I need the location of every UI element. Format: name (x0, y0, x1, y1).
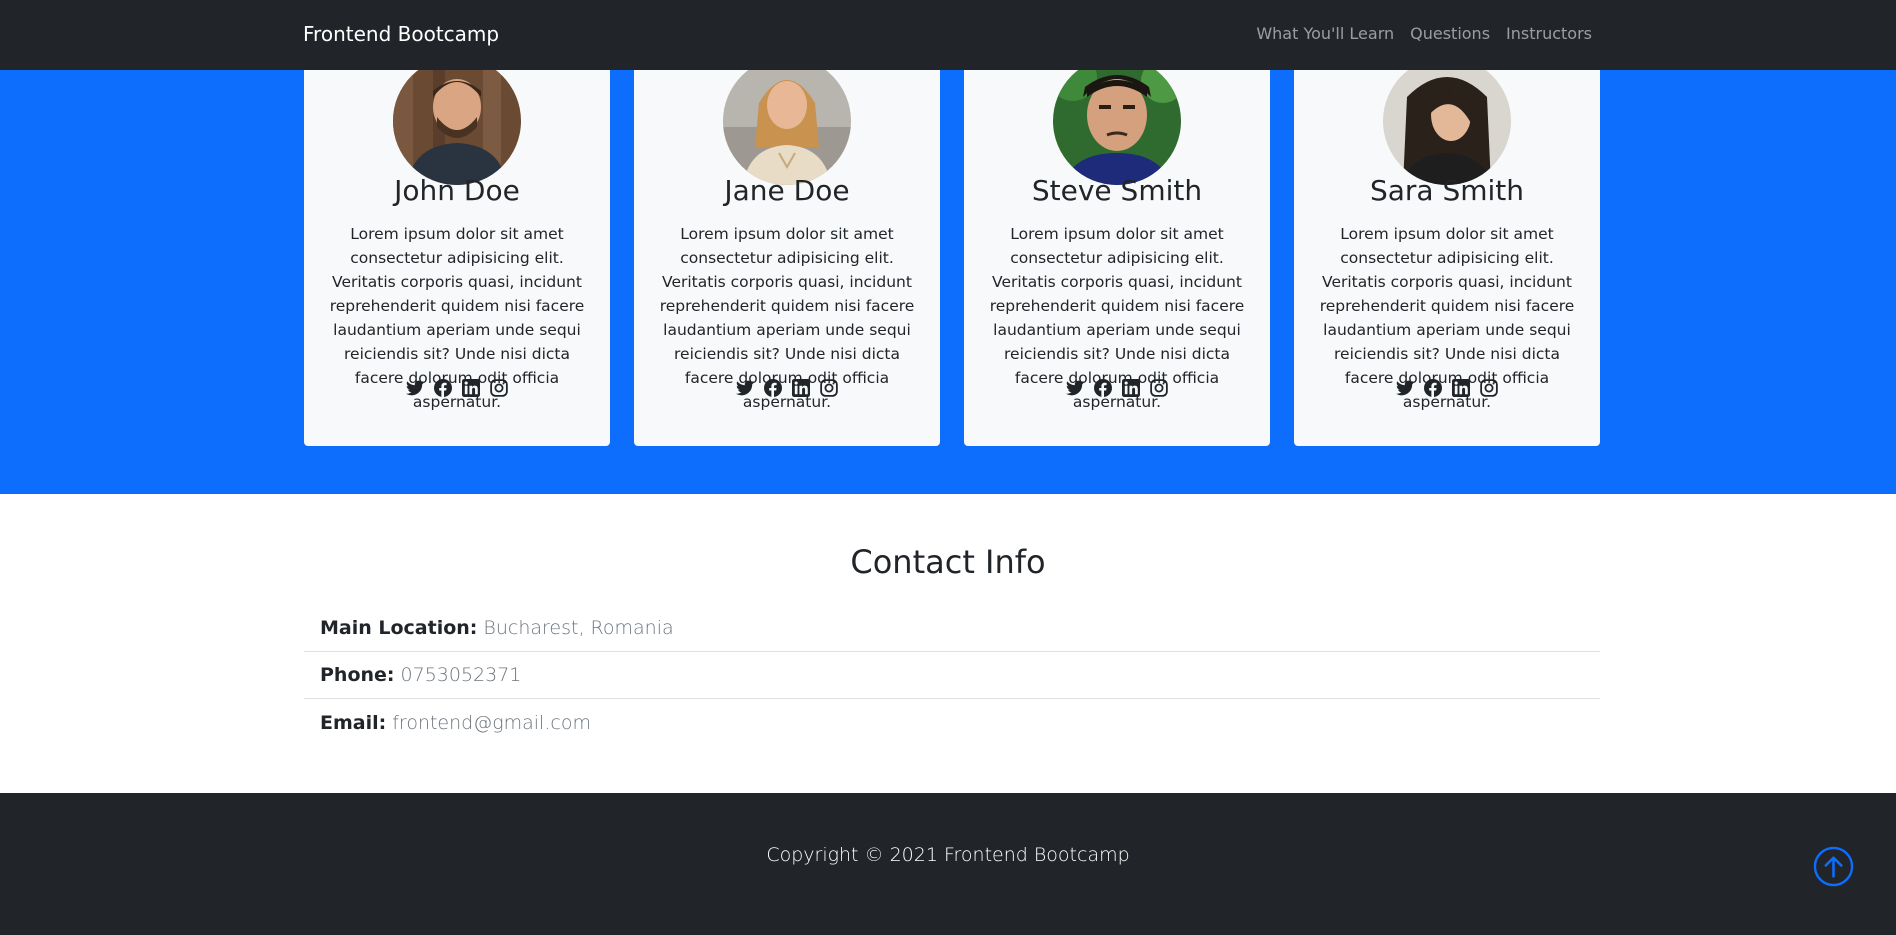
page: John Doe Lorem ipsum dolor sit amet cons… (0, 0, 1896, 935)
instructor-name: Sara Smith (1369, 174, 1525, 207)
avatar (1053, 57, 1181, 185)
linkedin-icon[interactable] (1122, 379, 1140, 397)
linkedin-icon[interactable] (462, 379, 480, 397)
nav-links: What You'll Learn Questions Instructors (1256, 24, 1592, 43)
social-links (964, 379, 1270, 397)
social-links (304, 379, 610, 397)
nav-link-what-youll-learn[interactable]: What You'll Learn (1256, 24, 1394, 43)
copyright-text: Copyright © 2021 Frontend Bootcamp (766, 844, 1130, 866)
contact-item-location: Main Location: Bucharest, Romania (304, 605, 1600, 652)
instructor-card: Jane Doe Lorem ipsum dolor sit amet cons… (634, 40, 940, 446)
contact-value: Bucharest, Romania (483, 617, 674, 639)
facebook-icon[interactable] (764, 379, 782, 397)
contact-list: Main Location: Bucharest, Romania Phone:… (304, 605, 1600, 746)
social-links (1294, 379, 1600, 397)
twitter-icon[interactable] (1396, 379, 1414, 397)
twitter-icon[interactable] (1066, 379, 1084, 397)
instructor-name: Jane Doe (724, 174, 850, 207)
instructor-card: John Doe Lorem ipsum dolor sit amet cons… (304, 40, 610, 446)
avatar (1383, 57, 1511, 185)
instructor-card: Sara Smith Lorem ipsum dolor sit amet co… (1294, 40, 1600, 446)
social-links (634, 379, 940, 397)
facebook-icon[interactable] (434, 379, 452, 397)
linkedin-icon[interactable] (792, 379, 810, 397)
contact-item-phone: Phone: 0753052371 (304, 652, 1600, 699)
twitter-icon[interactable] (406, 379, 424, 397)
nav-link-questions[interactable]: Questions (1410, 24, 1490, 43)
instructor-name: Steve Smith (1031, 174, 1203, 207)
twitter-icon[interactable] (736, 379, 754, 397)
instagram-icon[interactable] (1150, 379, 1168, 397)
instagram-icon[interactable] (1480, 379, 1498, 397)
contact-label: Main Location: (320, 617, 478, 639)
instagram-icon[interactable] (820, 379, 838, 397)
navbar: Frontend Bootcamp What You'll Learn Ques… (0, 0, 1896, 70)
avatar (723, 57, 851, 185)
contact-value: 0753052371 (400, 664, 522, 686)
linkedin-icon[interactable] (1452, 379, 1470, 397)
facebook-icon[interactable] (1424, 379, 1442, 397)
facebook-icon[interactable] (1094, 379, 1112, 397)
instagram-icon[interactable] (490, 379, 508, 397)
nav-link-instructors[interactable]: Instructors (1506, 24, 1592, 43)
contact-label: Email: (320, 711, 387, 734)
avatar (393, 57, 521, 185)
contact-item-email: Email: frontend@gmail.com (304, 699, 1600, 746)
contact-title: Contact Info (850, 543, 1046, 581)
contact-value: frontend@gmail.com (392, 711, 591, 734)
brand-link[interactable]: Frontend Bootcamp (303, 22, 499, 46)
arrow-up-circle-icon[interactable] (1813, 846, 1854, 887)
footer: Copyright © 2021 Frontend Bootcamp (0, 793, 1896, 935)
contact-label: Phone: (320, 664, 395, 686)
instructor-card: Steve Smith Lorem ipsum dolor sit amet c… (964, 40, 1270, 446)
instructor-name: John Doe (394, 174, 520, 207)
instructors-section: John Doe Lorem ipsum dolor sit amet cons… (0, 0, 1896, 494)
